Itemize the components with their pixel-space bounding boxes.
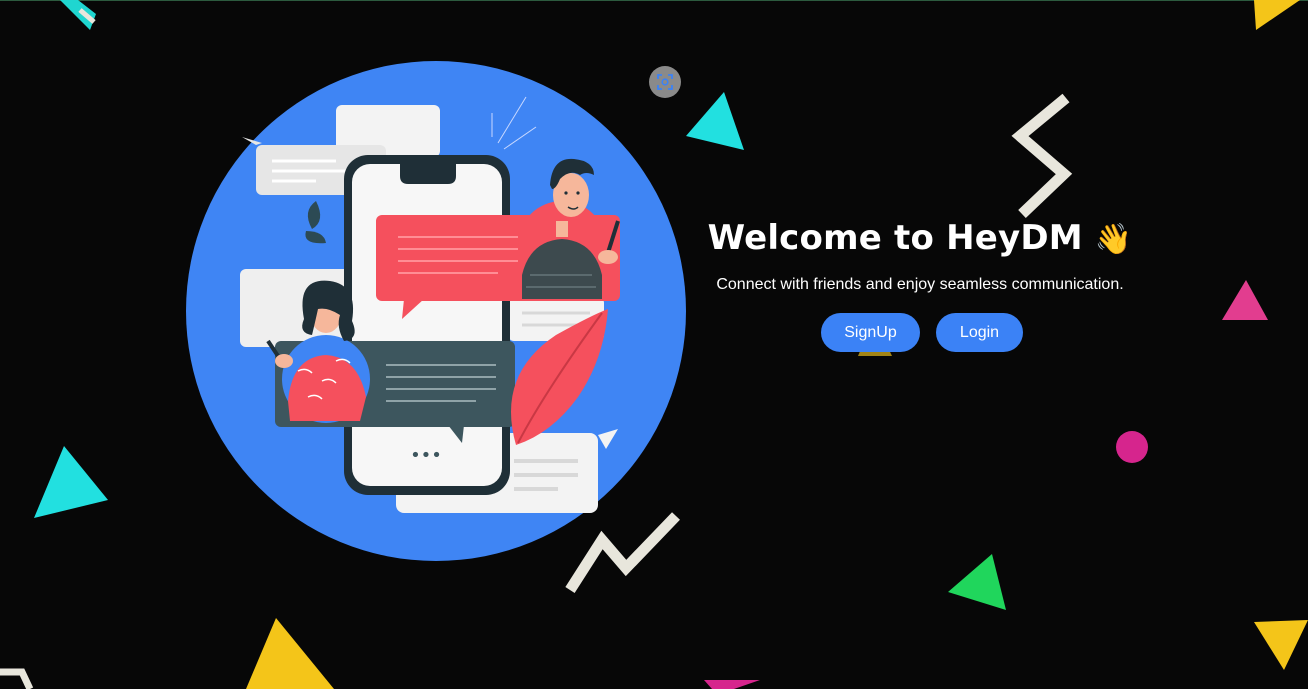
scan-button[interactable] (649, 66, 681, 98)
phone-screen (352, 164, 502, 486)
bg-triangle-teal-top (686, 92, 744, 150)
bg-triangle-green (948, 554, 1006, 610)
login-button[interactable]: Login (936, 313, 1023, 352)
bg-circle-magenta (1116, 431, 1148, 463)
scan-icon (657, 74, 673, 90)
signup-button[interactable]: SignUp (821, 313, 920, 352)
phone-notch (400, 164, 456, 184)
waving-hand-icon: 👋 (1094, 222, 1133, 257)
bg-triangle-yellow-bottom-left (246, 618, 334, 689)
bg-zigzag-white-top (1011, 93, 1073, 218)
bg-shape-white-bottom-left (0, 668, 34, 689)
bg-shape-magenta-bottom (704, 680, 760, 689)
chat-illustration: ••• (186, 61, 686, 561)
auth-button-row: SignUp Login (700, 313, 1140, 352)
hero-title: Welcome to HeyDM 👋 (700, 218, 1140, 258)
hero-subtitle: Connect with friends and enjoy seamless … (716, 276, 1124, 293)
typing-dots: ••• (410, 445, 442, 466)
bg-triangle-yellow-bottom-right (1254, 620, 1308, 670)
hero-title-text: Welcome to HeyDM (707, 218, 1083, 258)
bg-triangle-yellow-corner (1254, 0, 1300, 30)
bg-triangle-teal-left (34, 446, 108, 518)
bg-triangle-magenta-right (1222, 280, 1268, 320)
bg-shape-teal-strip (60, 0, 96, 30)
hero-section: Welcome to HeyDM 👋 Connect with friends … (700, 218, 1140, 352)
